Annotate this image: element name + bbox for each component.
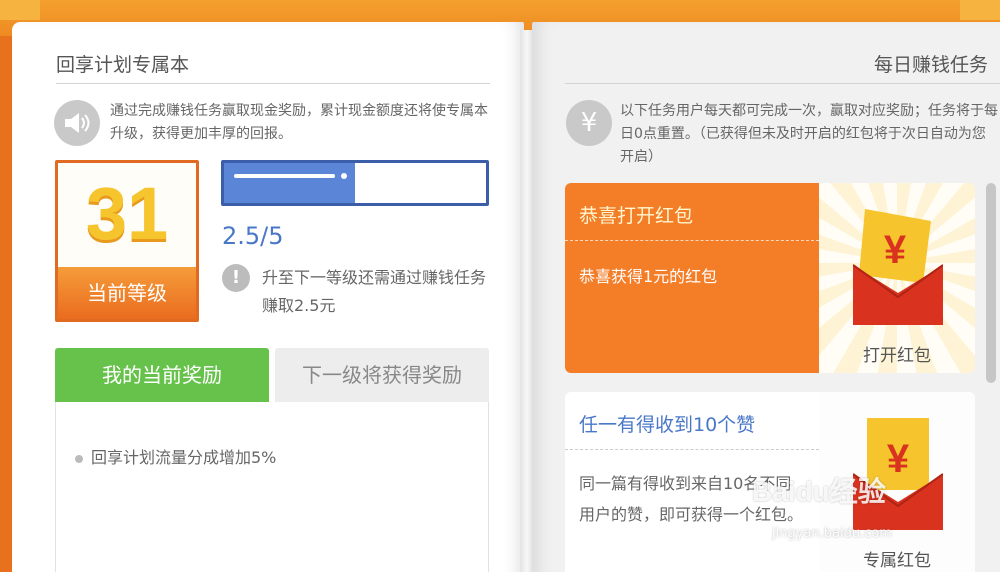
reward-list-item: 回享计划流量分成增加5% [75, 444, 276, 468]
next-level-hint: 升至下一等级还需通过赚钱任务赚取2.5元 [262, 268, 487, 315]
watermark-logo: Baidu经验 [752, 476, 886, 507]
open-envelope-label: 打开红包 [863, 346, 931, 366]
right-title-divider [565, 83, 1000, 84]
plan-intro-text: 通过完成赚钱任务赢取现金奖励，累计现金额度还将使专属本升级，获得更加丰厚的回报。 [110, 103, 488, 142]
yen-icon: ¥ [566, 100, 612, 146]
task-main: 恭喜打开红包 恭喜获得1元的红包 [565, 183, 819, 373]
svg-text:¥: ¥ [884, 228, 907, 272]
daily-tasks-intro: 以下任务用户每天都可完成一次，赢取对应奖励；任务将于每日0点重置。（已获得但未及… [620, 103, 998, 165]
progress-shine [234, 174, 335, 178]
exclamation-icon: ! [222, 264, 250, 292]
svg-text:¥: ¥ [887, 437, 910, 481]
level-label: 当前等级 [58, 267, 196, 319]
tab-current-rewards[interactable]: 我的当前奖励 [55, 348, 269, 402]
red-envelope-icon: ¥ [853, 209, 943, 325]
task-title: 任一有得收到10个赞 [579, 414, 756, 436]
right-page-title: 每日赚钱任务 [874, 54, 989, 76]
banner-corner-left [0, 0, 40, 20]
task-description: 恭喜获得1元的红包 [579, 267, 718, 286]
level-number: 31 [85, 172, 169, 255]
task-title: 恭喜打开红包 [579, 205, 694, 227]
task-card-open-envelope: 恭喜打开红包 恭喜获得1元的红包 ¥ 打开红包 [565, 183, 975, 373]
progress-value: 2.5/5 [222, 222, 284, 250]
progress-fill [224, 163, 355, 203]
reward-text: 回享计划流量分成增加5% [91, 448, 277, 467]
bullet-icon [75, 454, 83, 463]
task-divider [565, 240, 819, 241]
progress-dot [341, 173, 347, 179]
exclusive-envelope-label: 专属红包 [863, 551, 931, 571]
speaker-icon [54, 100, 100, 146]
rewards-panel [55, 402, 489, 572]
level-progress-bar [221, 160, 489, 206]
tab-next-rewards[interactable]: 下一级将获得奖励 [275, 348, 489, 402]
level-card: 31 当前等级 [55, 160, 199, 322]
watermark-url: jingyan.baidu.com [772, 526, 892, 541]
open-envelope-button[interactable]: ¥ 打开红包 [819, 183, 975, 373]
banner-corner-right [960, 0, 1000, 20]
task-divider [565, 449, 819, 450]
task-list-scrollbar[interactable] [986, 183, 996, 383]
left-title-divider [56, 83, 490, 84]
left-page-title: 回享计划专属本 [56, 54, 190, 76]
